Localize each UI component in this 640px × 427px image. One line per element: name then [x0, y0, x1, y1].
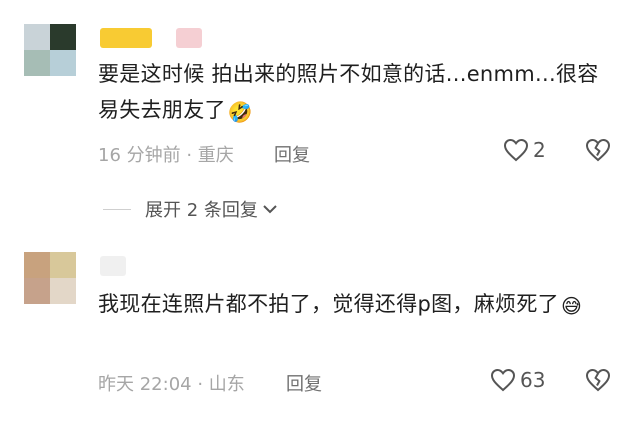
avatar-tile: [24, 50, 50, 76]
like-count: 63: [520, 368, 546, 392]
expand-replies-label: 展开 2 条回复: [145, 200, 258, 221]
avatar-tile: [24, 278, 50, 304]
comment-text: 要是这时候 拍出来的照片不如意的话...enmm...很容易失去朋友了 🤣: [98, 56, 612, 130]
username-blurred-secondary: [176, 28, 202, 48]
avatar-tile: [50, 50, 76, 76]
avatar[interactable]: [24, 24, 76, 76]
avatar-tile: [50, 24, 76, 50]
dislike-button[interactable]: [584, 368, 612, 392]
comment-text: 我现在连照片都不拍了，觉得还得p图，麻烦死了 😅: [98, 286, 620, 324]
chevron-down-icon: [263, 205, 277, 214]
rofl-emoji-icon: 🤣: [227, 100, 254, 124]
heart-icon: [503, 138, 529, 162]
broken-heart-icon: [585, 368, 611, 392]
avatar-tile: [50, 278, 76, 304]
comment-body: 我现在连照片都不拍了，觉得还得p图，麻烦死了: [98, 292, 559, 316]
avatar-tile: [50, 252, 76, 278]
dislike-button[interactable]: [584, 138, 612, 162]
like-button[interactable]: 63: [490, 368, 545, 392]
like-button[interactable]: 2: [503, 138, 546, 162]
comment-time-location: 昨天 22:04 · 山东: [98, 374, 245, 395]
broken-heart-icon: [585, 138, 611, 162]
heart-icon: [490, 368, 516, 392]
avatar-tile: [24, 252, 50, 278]
like-count: 2: [533, 138, 546, 162]
comment-time-location: 16 分钟前 · 重庆: [98, 145, 234, 166]
comment-body: 要是这时候 拍出来的照片不如意的话...enmm...很容易失去朋友了: [98, 62, 599, 122]
expand-replies-button[interactable]: 展开 2 条回复: [103, 196, 278, 222]
reply-button[interactable]: 回复: [286, 370, 322, 396]
username-blurred[interactable]: [100, 256, 126, 276]
expand-line-divider: [103, 208, 131, 210]
avatar-tile: [24, 24, 50, 50]
avatar[interactable]: [24, 252, 76, 304]
reply-button[interactable]: 回复: [274, 141, 310, 167]
sweat-smile-emoji-icon: 😅: [560, 294, 583, 318]
username-blurred[interactable]: [100, 28, 152, 48]
